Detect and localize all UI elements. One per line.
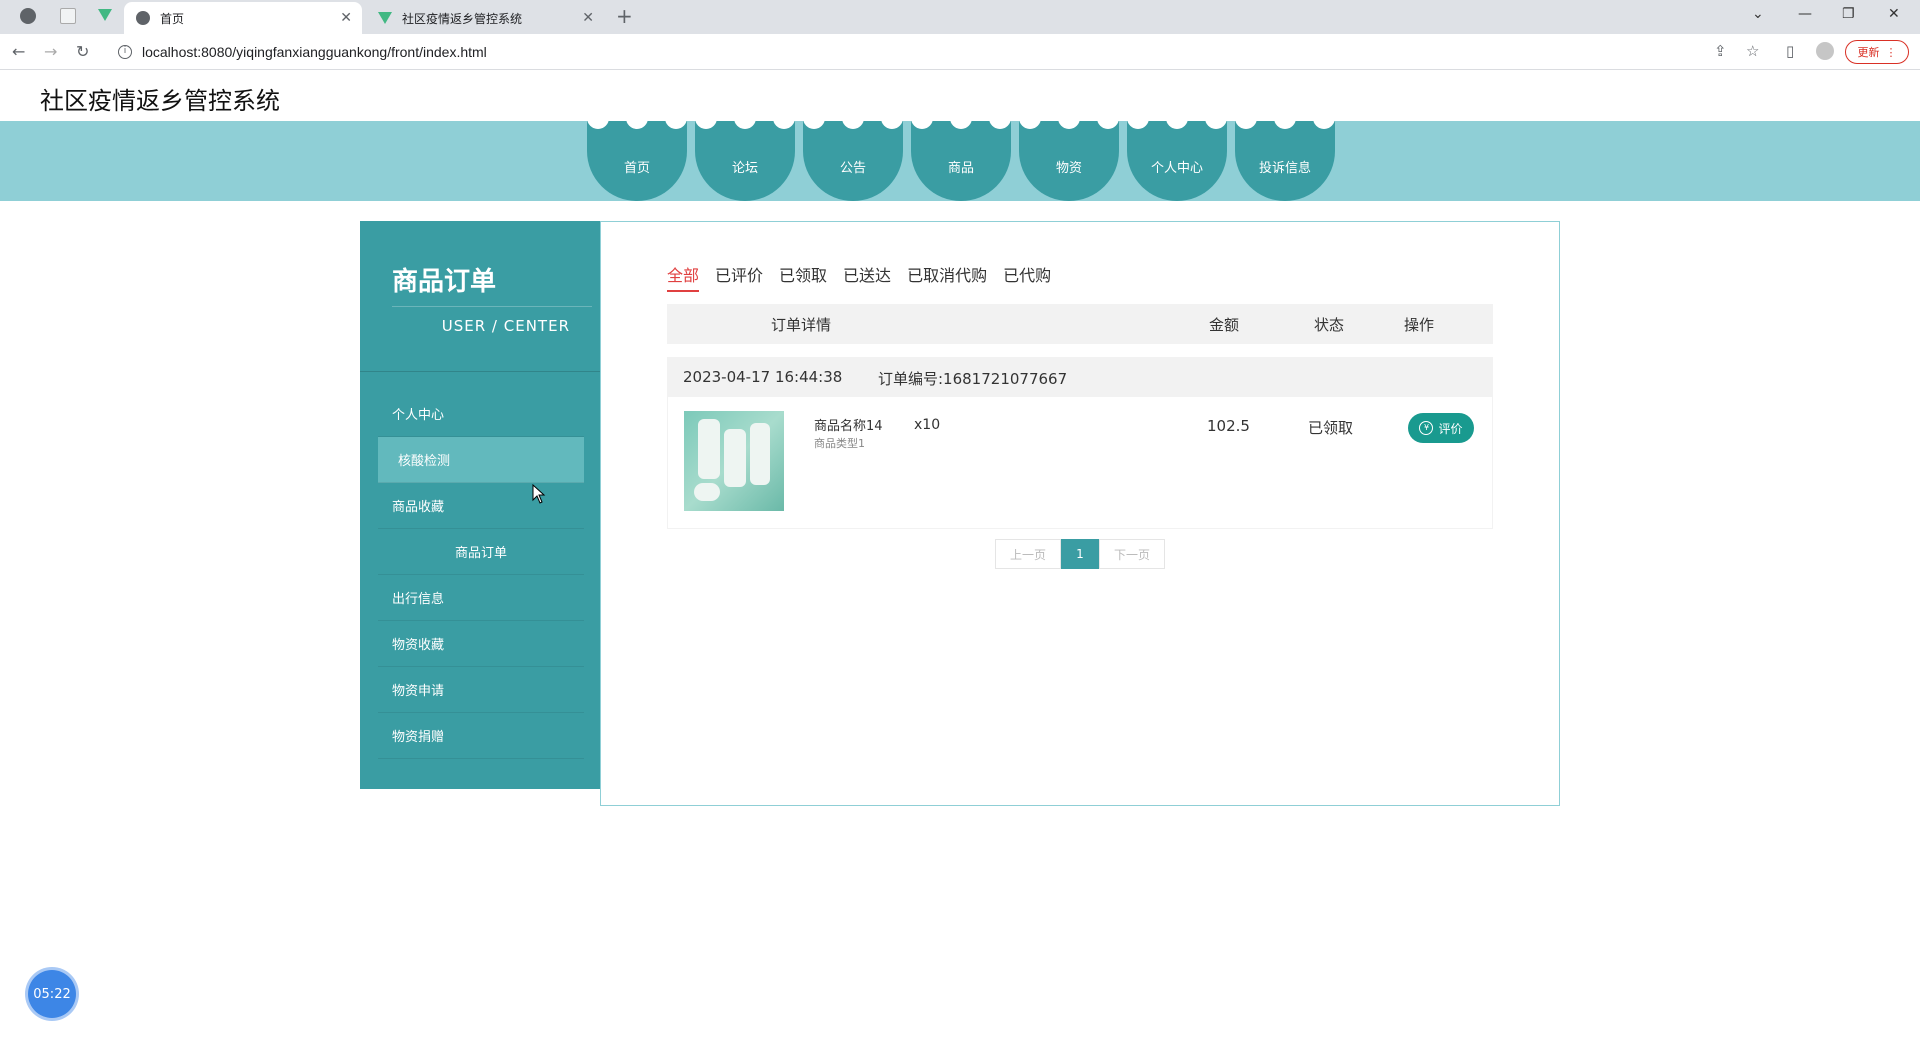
url-field[interactable]: i localhost:8080/yiqingfanxiangguankong/… [108,38,1768,66]
tab-search-icon[interactable]: ⌄ [1752,6,1764,22]
order-datetime: 2023-04-17 16:44:38 [683,368,843,386]
blank-tab-icon[interactable] [60,8,76,24]
page-number-button[interactable]: 1 [1061,539,1099,569]
sidebar-item-product-favorites[interactable]: 商品收藏 [378,483,584,529]
nav-item-supplies[interactable]: 物资 [1019,115,1119,201]
bookmark-star-icon[interactable]: ☆ [1746,42,1759,60]
sidebar-title-divider [392,306,592,307]
tab-all[interactable]: 全部 [667,262,700,292]
tab-label: 首页 [160,11,185,26]
forward-icon[interactable]: → [44,42,57,61]
nav-item-personal-center[interactable]: 个人中心 [1127,115,1227,201]
tab-reviewed[interactable]: 已评价 [715,262,763,292]
tab-delivered[interactable]: 已送达 [843,262,891,292]
sidebar-item-personal-center[interactable]: 个人中心 [378,391,584,437]
yen-icon: ¥ [1419,421,1434,435]
sidebar-item-travel-info[interactable]: 出行信息 [378,575,584,621]
tab-home[interactable]: 首页 ✕ [124,2,362,34]
tab-proxy-purchased[interactable]: 已代购 [1003,262,1051,292]
tab-favicon-icon[interactable] [20,8,36,24]
nav-label: 投诉信息 [1258,160,1311,176]
minimize-icon[interactable]: — [1798,6,1812,22]
order-header-row: 2023-04-17 16:44:38 订单编号:1681721077667 [667,357,1493,397]
share-icon[interactable]: ⇪ [1714,42,1727,60]
column-header-amount: 金额 [1209,316,1240,334]
sidebar-item-supply-request[interactable]: 物资申请 [378,667,584,713]
nav-label: 个人中心 [1150,160,1203,176]
browser-tabbar: 首页 ✕ 社区疫情返乡管控系统 ✕ + ⌄ — ❐ ✕ [0,0,1920,34]
side-panel-icon[interactable]: ▯ [1786,42,1794,60]
order-number: 订单编号:1681721077667 [878,370,1068,388]
column-header-status: 状态 [1314,316,1345,334]
sidebar-item-supply-favorites[interactable]: 物资收藏 [378,621,584,667]
nav-item-products[interactable]: 商品 [911,115,1011,201]
site-info-icon[interactable]: i [118,45,132,59]
tab-received[interactable]: 已领取 [779,262,827,292]
sidebar-menu: 个人中心 核酸检测 商品收藏 商品订单 出行信息 物资收藏 物资申请 物资捐赠 [378,391,584,759]
sidebar-item-product-orders[interactable]: 商品订单 [378,529,584,575]
order-status: 已领取 [1308,419,1354,437]
close-icon[interactable]: ✕ [340,10,352,26]
nav-label: 商品 [947,160,974,176]
address-bar: ← → ↻ i localhost:8080/yiqingfanxianggua… [0,34,1920,70]
column-header-detail: 订单详情 [771,316,832,334]
prev-page-button[interactable]: 上一页 [995,539,1061,569]
tab-system[interactable]: 社区疫情返乡管控系统 ✕ [366,2,604,34]
order-status-tabs: 全部 已评价 已领取 已送达 已取消代购 已代购 [667,262,1051,292]
review-button[interactable]: ¥ 评价 [1408,413,1474,443]
column-header-action: 操作 [1404,316,1435,334]
reload-icon[interactable]: ↻ [76,42,89,61]
window-close-icon[interactable]: ✕ [1888,6,1900,22]
nav-item-announcement[interactable]: 公告 [803,115,903,201]
update-button[interactable]: 更新 ⋮ [1845,40,1909,64]
nav-item-home[interactable]: 首页 [587,115,687,201]
url-text: localhost:8080/yiqingfanxiangguankong/fr… [142,44,487,60]
pagination: 上一页 1 下一页 [995,539,1165,569]
recording-timer[interactable]: 05:22 [28,970,76,1018]
vue-icon [378,12,392,24]
product-name[interactable]: 商品名称14 [814,415,883,434]
new-tab-icon[interactable]: + [616,4,633,28]
nav-label: 首页 [623,160,650,176]
sidebar-divider [360,371,600,372]
mouse-cursor-icon [532,484,546,504]
order-item-row: 商品名称14 商品类型1 x10 102.5 已领取 ¥ 评价 [667,397,1493,529]
nav-item-forum[interactable]: 论坛 [695,115,795,201]
site-title: 社区疫情返乡管控系统 [40,87,280,115]
orders-table-header: 订单详情 金额 状态 操作 [667,304,1493,344]
sidebar-item-nucleic-test[interactable]: 核酸检测 [378,437,584,483]
sidebar-title: 商品订单 [392,267,497,297]
vue-tab-icon[interactable] [98,9,112,21]
sidebar-item-supply-donation[interactable]: 物资捐赠 [378,713,584,759]
site-header: 社区疫情返乡管控系统 [0,71,1920,121]
next-page-button[interactable]: 下一页 [1099,539,1165,569]
tab-proxy-cancelled[interactable]: 已取消代购 [907,262,987,292]
product-quantity: x10 [914,417,941,433]
nav-label: 物资 [1055,160,1082,176]
nav-label: 公告 [839,160,866,176]
more-menu-icon: ⋮ [1885,45,1897,59]
product-image[interactable] [684,411,784,511]
globe-icon [136,11,150,25]
orders-panel: 全部 已评价 已领取 已送达 已取消代购 已代购 订单详情 金额 状态 操作 2… [600,221,1560,806]
update-label: 更新 [1857,46,1880,59]
nav-item-complaints[interactable]: 投诉信息 [1235,115,1335,201]
order-amount: 102.5 [1207,417,1250,435]
main-nav: 首页 论坛 公告 商品 物资 个人中心 投诉信息 [587,115,1335,201]
nav-label: 论坛 [731,160,758,176]
review-label: 评价 [1438,421,1463,436]
tab-label: 社区疫情返乡管控系统 [402,11,523,26]
back-icon[interactable]: ← [12,42,25,61]
sidebar: 商品订单 USER / CENTER 个人中心 核酸检测 商品收藏 商品订单 出… [360,221,600,789]
product-type: 商品类型1 [814,437,865,450]
restore-icon[interactable]: ❐ [1842,6,1855,22]
profile-avatar-icon[interactable] [1816,42,1834,60]
sidebar-subtitle: USER / CENTER [441,317,570,335]
close-icon[interactable]: ✕ [582,10,594,26]
